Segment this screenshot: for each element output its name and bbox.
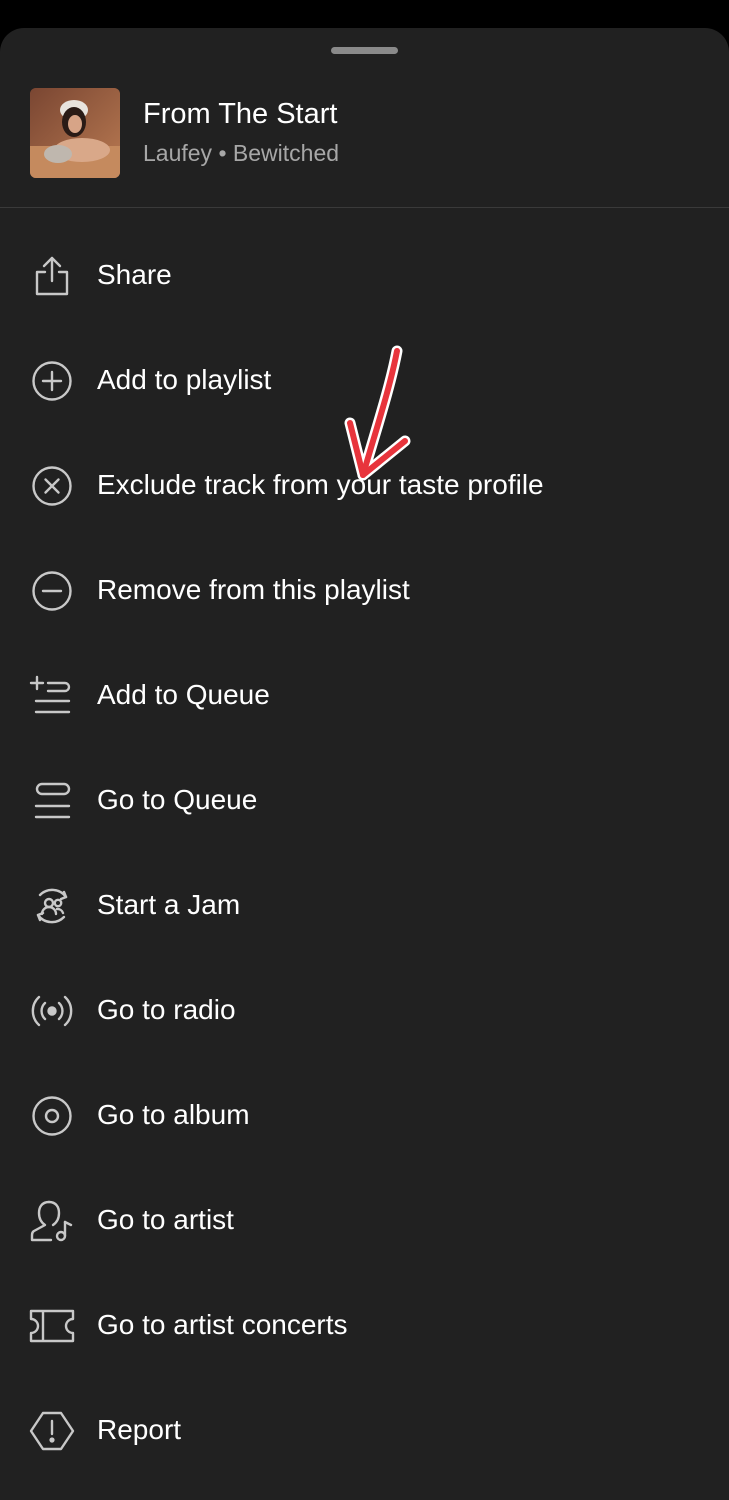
menu-item-exclude-track[interactable]: Exclude track from your taste profile <box>0 433 729 537</box>
menu-label-go-to-radio: Go to radio <box>97 994 236 1025</box>
queue-icon <box>29 778 75 824</box>
x-circle-icon <box>29 463 75 509</box>
menu-label-report: Report <box>97 1414 182 1445</box>
artist-name[interactable]: Laufey <box>143 140 212 166</box>
menu-item-go-to-queue[interactable]: Go to Queue <box>0 748 729 852</box>
menu-item-go-to-artist[interactable]: Go to artist <box>0 1168 729 1272</box>
plus-circle-icon <box>29 358 75 404</box>
jam-icon <box>29 883 75 929</box>
minus-circle-icon <box>29 568 75 614</box>
menu-label-add-to-playlist: Add to playlist <box>97 364 272 395</box>
menu-item-go-to-artist-concerts[interactable]: Go to artist concerts <box>0 1273 729 1377</box>
report-icon <box>29 1408 75 1454</box>
menu-label-remove-from-playlist: Remove from this playlist <box>97 574 410 605</box>
album-name[interactable]: Bewitched <box>233 140 339 166</box>
separator-dot: • <box>218 140 227 166</box>
menu-item-report[interactable]: Report <box>0 1378 729 1482</box>
menu-item-add-to-playlist[interactable]: Add to playlist <box>0 328 729 432</box>
track-header: From The Start Laufey • Bewitched <box>0 28 729 208</box>
ticket-icon <box>29 1303 75 1349</box>
context-menu-sheet: From The Start Laufey • Bewitched Share … <box>0 28 729 1500</box>
album-icon <box>29 1093 75 1139</box>
track-title: From The Start <box>143 98 338 130</box>
menu-item-go-to-radio[interactable]: Go to radio <box>0 958 729 1062</box>
menu-label-share: Share <box>97 259 172 290</box>
menu-label-go-to-album: Go to album <box>97 1099 250 1130</box>
radio-icon <box>29 988 75 1034</box>
menu-item-go-to-album[interactable]: Go to album <box>0 1063 729 1167</box>
menu-label-add-to-queue: Add to Queue <box>97 679 270 710</box>
menu-label-go-to-artist: Go to artist <box>97 1204 234 1235</box>
menu-label-start-jam: Start a Jam <box>97 889 241 920</box>
menu-item-add-to-queue[interactable]: Add to Queue <box>0 643 729 747</box>
add-queue-icon <box>29 673 75 719</box>
menu-item-share[interactable]: Share <box>0 223 729 327</box>
share-icon <box>29 253 75 299</box>
menu-item-remove-from-playlist[interactable]: Remove from this playlist <box>0 538 729 642</box>
menu-label-exclude-track: Exclude track from your taste profile <box>97 469 544 500</box>
menu-item-start-jam[interactable]: Start a Jam <box>0 853 729 957</box>
artist-icon <box>29 1198 75 1244</box>
album-cover <box>30 88 120 178</box>
track-subtitle[interactable]: Laufey • Bewitched <box>143 140 339 167</box>
menu-label-go-to-artist-concerts: Go to artist concerts <box>97 1309 348 1340</box>
menu-label-go-to-queue: Go to Queue <box>97 784 258 815</box>
